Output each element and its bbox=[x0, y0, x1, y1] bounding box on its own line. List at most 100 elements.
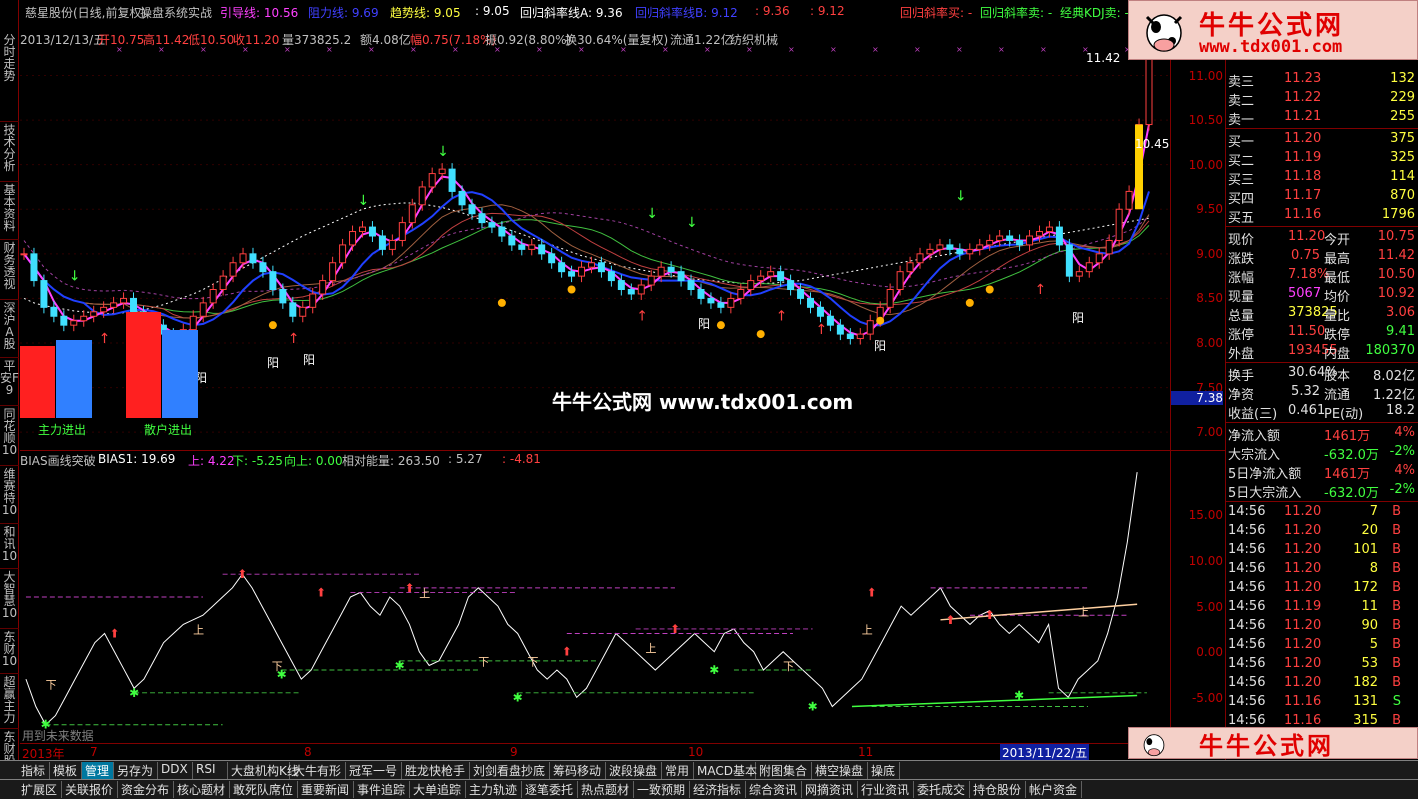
regression-buy: 回归斜率买: - bbox=[900, 6, 973, 20]
tick-volume: 5 bbox=[1369, 637, 1378, 652]
tick-side: B bbox=[1392, 561, 1401, 576]
left-tab-10[interactable]: 东财10 bbox=[0, 629, 19, 674]
tab-11[interactable]: 一致预期 bbox=[634, 781, 690, 798]
tab-15[interactable]: 附图集合 bbox=[756, 762, 812, 779]
tab-16[interactable]: 委托成交 bbox=[914, 781, 970, 798]
tab-9[interactable]: 逐笔委托 bbox=[522, 781, 578, 798]
tick-time: 14:56 bbox=[1228, 656, 1266, 671]
bias1-value: BIAS1: 19.69 bbox=[98, 452, 176, 466]
bias-axis: 15.00 10.00 5.00 0.00 -5.00 bbox=[1170, 450, 1225, 743]
fund-label: 收益(三) bbox=[1228, 407, 1278, 422]
tab-14[interactable]: MACD基本 bbox=[694, 762, 757, 779]
tab-5[interactable]: RSI bbox=[193, 762, 228, 779]
tab-16[interactable]: 横空操盘 bbox=[812, 762, 868, 779]
tab-9[interactable]: 胜龙快枪手 bbox=[402, 762, 470, 779]
tab-14[interactable]: 网摘资讯 bbox=[802, 781, 858, 798]
tab-13[interactable]: 常用 bbox=[662, 762, 694, 779]
buy-level-price: 11.17 bbox=[1284, 188, 1322, 203]
tab-2[interactable]: 管理 bbox=[82, 762, 114, 779]
tick-row: 14:56 11.20 101 B bbox=[1226, 541, 1418, 560]
tab-17[interactable]: 操底 bbox=[868, 762, 900, 779]
watermark-top: 牛牛公式网 www.tdx001.com bbox=[1128, 0, 1418, 60]
left-tab-6[interactable]: 同花顺10 bbox=[0, 406, 19, 466]
candle bbox=[478, 213, 486, 224]
fund-value: 18.2 bbox=[1386, 403, 1415, 418]
left-tab-5[interactable]: 平安F9 bbox=[0, 358, 19, 406]
tab-0[interactable]: 指标 bbox=[18, 762, 50, 779]
fund-label: PE(动) bbox=[1324, 407, 1364, 422]
left-tab-7[interactable]: 维赛特10 bbox=[0, 466, 19, 524]
candle bbox=[1095, 253, 1103, 264]
candle bbox=[1115, 208, 1123, 241]
candle bbox=[209, 289, 217, 304]
tab-5[interactable]: 重要新闻 bbox=[298, 781, 354, 798]
cow-logo-icon bbox=[1145, 14, 1183, 52]
tab-6[interactable]: 事件追踪 bbox=[354, 781, 410, 798]
candle bbox=[727, 297, 735, 308]
tab-8[interactable]: 主力轨迹 bbox=[466, 781, 522, 798]
tab-4[interactable]: 敢死队席位 bbox=[230, 781, 298, 798]
candle bbox=[996, 235, 1004, 241]
tab-7[interactable]: 大单追踪 bbox=[410, 781, 466, 798]
left-tab-8[interactable]: 和讯10 bbox=[0, 524, 19, 569]
candle bbox=[279, 289, 287, 304]
tab-12[interactable]: 波段操盘 bbox=[606, 762, 662, 779]
buy-arrow-icon: ↑ bbox=[99, 331, 111, 347]
left-tab-11[interactable]: 超赢主力 bbox=[0, 674, 19, 729]
watermark-bottom: 牛牛公式网 bbox=[1128, 727, 1418, 760]
left-tab-4[interactable]: 深沪A股 bbox=[0, 300, 19, 358]
tab-10[interactable]: 热点题材 bbox=[578, 781, 634, 798]
tab-3[interactable]: 另存为 bbox=[114, 762, 158, 779]
cross-marker: × bbox=[830, 45, 837, 54]
left-tab-3[interactable]: 财务透视 bbox=[0, 240, 19, 300]
tab-4[interactable]: DDX bbox=[158, 762, 193, 779]
tab-8[interactable]: 冠军一号 bbox=[346, 762, 402, 779]
tab-12[interactable]: 经济指标 bbox=[690, 781, 746, 798]
candle bbox=[1065, 244, 1073, 277]
tab-1[interactable]: 模板 bbox=[50, 762, 82, 779]
tab-0[interactable]: 扩展区 bbox=[18, 781, 62, 798]
tab-3[interactable]: 核心题材 bbox=[174, 781, 230, 798]
buy-level-name: 买三 bbox=[1228, 173, 1255, 188]
left-tab-1[interactable]: 技术分析 bbox=[0, 122, 19, 182]
candle bbox=[199, 302, 207, 317]
tab-17[interactable]: 持仓股份 bbox=[970, 781, 1026, 798]
cross-marker: × bbox=[410, 45, 417, 54]
candle bbox=[866, 320, 874, 335]
sell-arrow-icon: ↓ bbox=[69, 269, 81, 285]
left-tab-2[interactable]: 基本资料 bbox=[0, 182, 19, 240]
candle bbox=[468, 204, 476, 215]
left-tab-0[interactable]: 分时走势 bbox=[0, 32, 19, 122]
stat-label: 跌停 bbox=[1324, 328, 1351, 343]
bias1-line bbox=[25, 472, 1138, 726]
candle bbox=[219, 275, 227, 290]
stat-value: 0.75 bbox=[1291, 248, 1320, 263]
tab-1[interactable]: 关联报价 bbox=[62, 781, 118, 798]
cross-marker: × bbox=[158, 45, 165, 54]
candle bbox=[90, 311, 98, 317]
bias-tick: 0.00 bbox=[1196, 645, 1223, 660]
fund-value: 30.64% bbox=[1288, 365, 1338, 380]
tab-10[interactable]: 刘剑看盘抄底 bbox=[470, 762, 550, 779]
tab-11[interactable]: 筹码移动 bbox=[550, 762, 606, 779]
tab-15[interactable]: 行业资讯 bbox=[858, 781, 914, 798]
tab-2[interactable]: 资金分布 bbox=[118, 781, 174, 798]
tick-side: B bbox=[1392, 656, 1401, 671]
price-tick: 8.50 bbox=[1196, 291, 1223, 306]
bias-name: BIAS画线突破 bbox=[20, 454, 96, 468]
candle bbox=[1016, 239, 1024, 246]
resistance-trendline bbox=[940, 603, 1138, 621]
candle bbox=[836, 324, 844, 335]
diamond-icon bbox=[876, 316, 885, 325]
tab-13[interactable]: 综合资讯 bbox=[746, 781, 802, 798]
tab-18[interactable]: 帐户资金 bbox=[1026, 781, 1082, 798]
cross-marker: × bbox=[368, 45, 375, 54]
flow-value: -632.0万 bbox=[1324, 448, 1379, 463]
tab-7[interactable]: 大牛有形 bbox=[290, 762, 346, 779]
diamond-icon bbox=[497, 298, 506, 307]
bias-indicator-chart[interactable]: ⬆⬆⬆ ⬆⬆⬆⬆⬆ ⬆✱✱✱✱✱✱✱✱上上上上上下下下下下 用到未来数据 bbox=[20, 450, 1170, 743]
tick-price: 11.20 bbox=[1284, 523, 1322, 538]
left-tab-9[interactable]: 大智慧10 bbox=[0, 569, 19, 629]
tab-6[interactable]: 大盘机构K线 bbox=[228, 762, 299, 779]
fund-value: 1.22亿 bbox=[1373, 388, 1415, 403]
